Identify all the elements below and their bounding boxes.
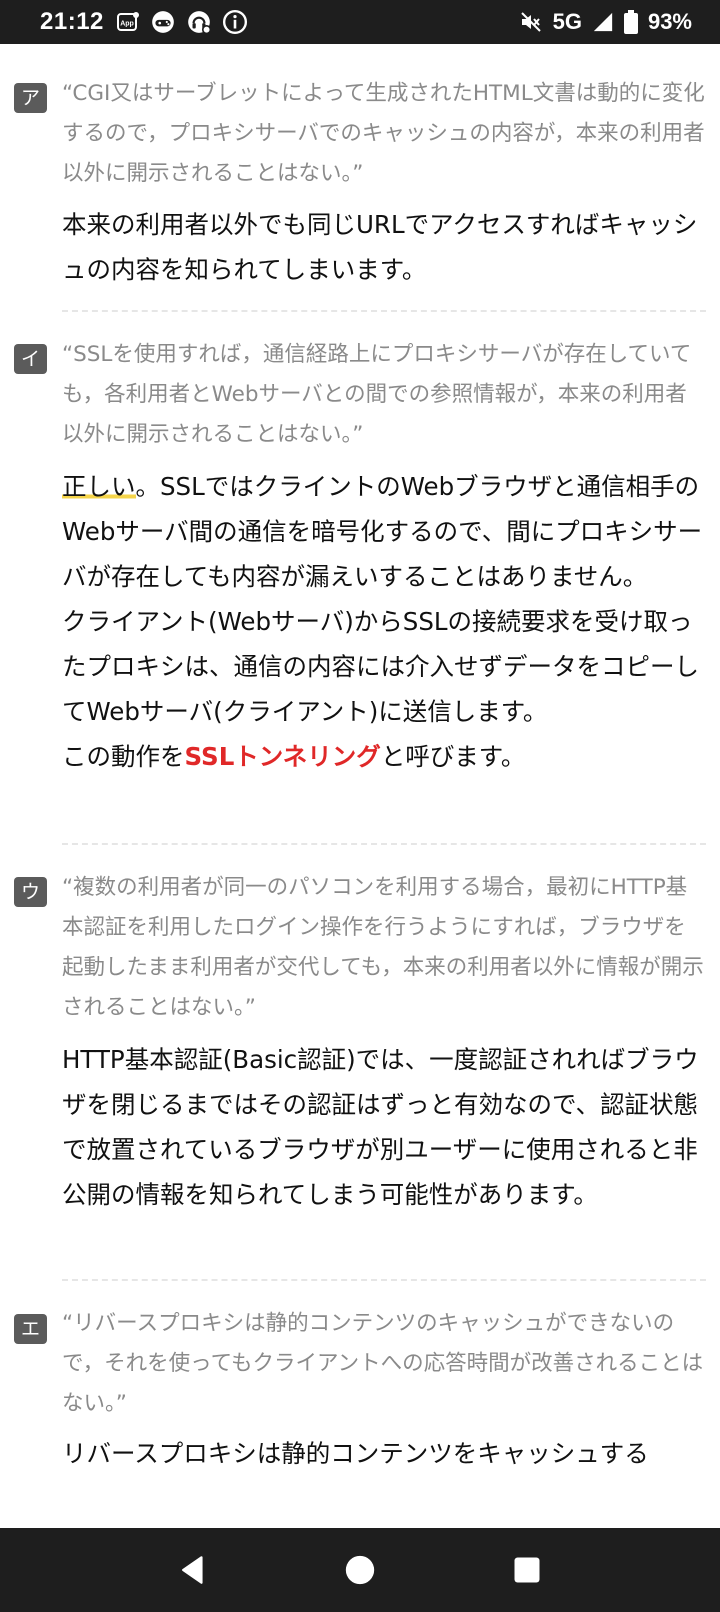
- choice-label: イ: [14, 344, 47, 374]
- recents-icon: [514, 1557, 540, 1583]
- choice-answer: HTTP基本認証(Basic認証)では、一度認証されればブラウザを閉じるまではそ…: [62, 1045, 699, 1209]
- divider: [62, 1279, 706, 1281]
- choice-label: エ: [14, 1314, 47, 1344]
- answer-text: と呼びます。: [380, 742, 526, 771]
- answer-text: この動作を: [62, 742, 185, 771]
- divider: [62, 310, 706, 312]
- app-notification-icon: App: [116, 10, 140, 34]
- home-icon: [345, 1555, 375, 1585]
- recents-button[interactable]: [499, 1542, 555, 1598]
- notification-icons: App: [116, 9, 248, 35]
- choice-label: ア: [14, 83, 47, 113]
- choice-answer: 正しい。SSLではクライントのWebブラウザと通信相手のWebサーバ間の通信を暗…: [62, 464, 707, 779]
- status-right: 5G 93%: [519, 9, 692, 35]
- answer-text: 。SSLではクライントのWebブラウザと通信相手のWebサーバ間の通信を暗号化す…: [62, 472, 703, 591]
- status-bar: 21:12 App 5G 93%: [0, 0, 720, 44]
- network-type: 5G: [552, 9, 582, 34]
- choice-quote: “リバースプロキシは静的コンテンツのキャッシュができないので，それを使ってもクラ…: [62, 1311, 704, 1416]
- choice-answer: 本来の利用者以外でも同じURLでアクセスすればキャッシュの内容を知られてしまいま…: [62, 210, 698, 284]
- choice-quote: “SSLを使用すれば，通信経路上にプロキシサーバが存在していても，各利用者とWe…: [62, 342, 692, 447]
- choice-quote: “CGI又はサーブレットによって生成されたHTML文書は動的に変化するので，プロ…: [62, 81, 705, 186]
- info-icon: [222, 9, 248, 35]
- ssl-tunneling-term: SSLトンネリング: [184, 742, 381, 771]
- choice-quote: “複数の利用者が同一のパソコンを利用する場合，最初にHTTP基本認証を利用したロ…: [62, 875, 704, 1020]
- signal-icon: [592, 11, 614, 33]
- status-time: 21:12: [40, 8, 104, 35]
- battery-icon: [623, 10, 638, 34]
- battery-percent: 93%: [647, 9, 692, 34]
- home-button[interactable]: [332, 1542, 388, 1598]
- answer-text: クライアント(Webサーバ)からSSLの接続要求を受け取ったプロキシは、通信の内…: [62, 607, 699, 726]
- choice-answer: リバースプロキシは静的コンテンツをキャッシュする: [62, 1439, 649, 1468]
- correct-highlight: 正しい: [62, 472, 136, 501]
- mute-icon: [519, 10, 543, 34]
- explanation-content[interactable]: ア “CGI又はサーブレットによって生成されたHTML文書は動的に変化するので，…: [0, 44, 720, 1528]
- svg-text:App: App: [120, 21, 134, 28]
- headset-icon: [186, 9, 212, 35]
- choice-label: ウ: [14, 877, 47, 907]
- navigation-bar: [0, 1528, 720, 1612]
- divider: [62, 843, 706, 845]
- back-icon: [182, 1556, 203, 1584]
- gamepad-icon: [150, 9, 176, 35]
- back-button[interactable]: [165, 1542, 221, 1598]
